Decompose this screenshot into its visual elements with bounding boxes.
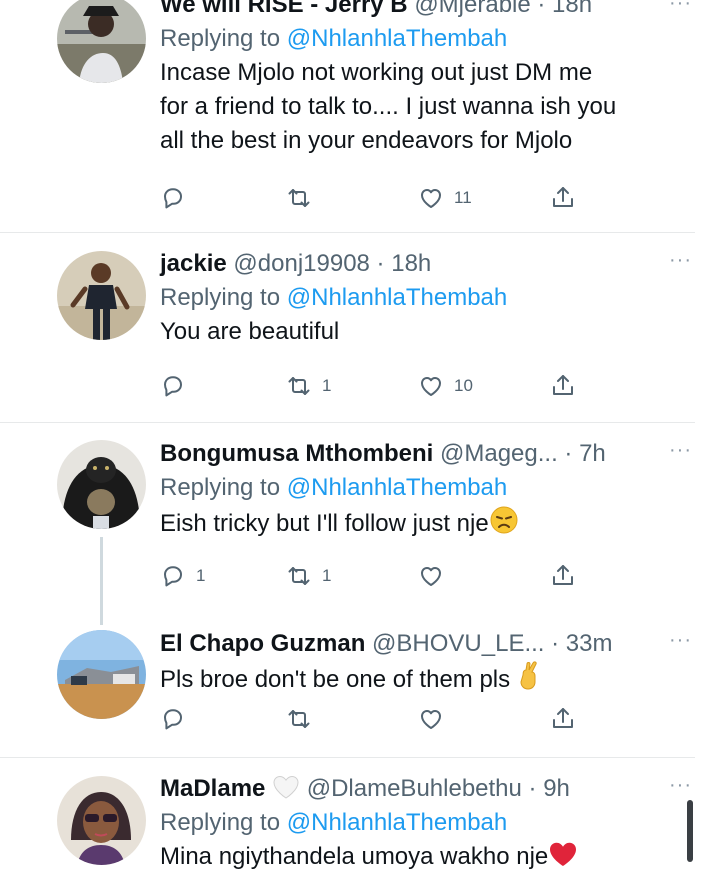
- tweet-actions: 11: [160, 181, 590, 215]
- replying-to: Replying to @NhlanhlaThembah: [160, 474, 508, 501]
- reply-icon: [164, 376, 182, 397]
- reply-icon: [164, 709, 182, 730]
- like-icon: [421, 189, 441, 208]
- share-button[interactable]: [550, 702, 576, 736]
- thread-connector: [100, 537, 103, 625]
- replying-to-link[interactable]: @NhlanhlaThembah: [287, 809, 508, 836]
- like-button[interactable]: [418, 559, 454, 593]
- reply-icon: [164, 566, 182, 587]
- white-heart-emoji: [272, 774, 300, 810]
- retweet-icon: [288, 567, 310, 585]
- tweet-text: Mina ngiythandela umoya wakho nje: [160, 840, 692, 878]
- like-button[interactable]: 11: [418, 181, 472, 215]
- like-button[interactable]: [418, 702, 454, 736]
- tweet[interactable]: MaDlame @DlameBuhlebethu · 9h ··· Replyi…: [0, 758, 720, 896]
- more-options-icon[interactable]: ···: [669, 772, 692, 798]
- share-button[interactable]: [550, 181, 576, 215]
- avatar[interactable]: [57, 630, 146, 719]
- retweet-button[interactable]: [286, 702, 322, 736]
- retweet-button[interactable]: 1: [286, 559, 331, 593]
- user-handle[interactable]: @Mjerable: [414, 0, 530, 18]
- tweet-header: Bongumusa Mthombeni @Mageg... · 7h ···: [160, 437, 692, 467]
- tweet-text: You are beautiful: [160, 318, 340, 345]
- like-button[interactable]: 10: [418, 369, 473, 403]
- retweet-icon: [288, 189, 310, 207]
- more-options-icon[interactable]: ···: [669, 437, 692, 463]
- tweet-time[interactable]: 7h: [579, 440, 606, 467]
- replying-to-link[interactable]: @NhlanhlaThembah: [287, 474, 508, 501]
- display-name[interactable]: MaDlame: [160, 775, 265, 802]
- tweet[interactable]: El Chapo Guzman @BHOVU_LE... · 33m ··· P…: [0, 623, 720, 757]
- scrollbar[interactable]: [687, 800, 693, 862]
- reply-button[interactable]: 1: [160, 559, 205, 593]
- tweet-time[interactable]: 18h: [391, 250, 431, 277]
- retweet-button[interactable]: 1: [286, 369, 331, 403]
- tweet-actions: [160, 702, 590, 736]
- tweet[interactable]: We will RISE - Jerry B @Mjerable · 18h ·…: [0, 0, 720, 232]
- more-options-icon[interactable]: ···: [669, 627, 692, 653]
- like-icon: [421, 567, 441, 586]
- user-handle[interactable]: @DlameBuhlebethu: [307, 775, 522, 802]
- reply-button[interactable]: [160, 181, 196, 215]
- more-options-icon[interactable]: ···: [669, 247, 692, 273]
- reply-icon: [164, 188, 182, 209]
- like-icon: [421, 377, 441, 396]
- tweet-header: El Chapo Guzman @BHOVU_LE... · 33m ···: [160, 627, 692, 657]
- tweet-time[interactable]: 33m: [566, 630, 613, 657]
- crossed-fingers-emoji: [517, 661, 543, 701]
- more-options-icon[interactable]: ···: [669, 0, 692, 16]
- tweet-text: Pls broe don't be one of them pls: [160, 661, 692, 701]
- like-icon: [421, 710, 441, 729]
- red-heart-emoji: [548, 840, 578, 878]
- share-button[interactable]: [550, 559, 576, 593]
- replying-to: Replying to @NhlanhlaThembah: [160, 809, 508, 836]
- tweet-actions: 1 1: [160, 559, 590, 593]
- display-name[interactable]: Bongumusa Mthombeni: [160, 440, 433, 467]
- tweet-header: MaDlame @DlameBuhlebethu · 9h ···: [160, 772, 692, 806]
- retweet-icon: [288, 377, 310, 395]
- display-name[interactable]: El Chapo Guzman: [160, 630, 365, 657]
- replying-to-link[interactable]: @NhlanhlaThembah: [287, 25, 508, 52]
- tweet-header: jackie @donj19908 · 18h ···: [160, 247, 692, 277]
- reply-button[interactable]: [160, 702, 196, 736]
- share-icon: [553, 708, 573, 728]
- user-handle[interactable]: @BHOVU_LE...: [372, 630, 544, 657]
- disappointed-face-emoji: [489, 505, 519, 545]
- tweet-text: Eish tricky but I'll follow just nje: [160, 505, 692, 545]
- avatar[interactable]: [57, 251, 146, 340]
- display-name[interactable]: We will RISE - Jerry B: [160, 0, 408, 18]
- tweet-text: Incase Mjolo not working out just DM me …: [160, 59, 617, 154]
- share-button[interactable]: [550, 369, 576, 403]
- avatar[interactable]: [57, 440, 146, 529]
- retweet-button[interactable]: [286, 181, 322, 215]
- reply-button[interactable]: [160, 369, 196, 403]
- tweet-actions: 1 10: [160, 369, 590, 403]
- display-name[interactable]: jackie: [160, 250, 227, 277]
- replying-to-link[interactable]: @NhlanhlaThembah: [287, 284, 508, 311]
- replying-to: Replying to @NhlanhlaThembah: [160, 284, 508, 311]
- tweet-time[interactable]: 18h: [552, 0, 592, 18]
- avatar[interactable]: [57, 0, 146, 83]
- tweet-time[interactable]: 9h: [543, 775, 570, 802]
- share-icon: [553, 375, 573, 395]
- tweet[interactable]: Bongumusa Mthombeni @Mageg... · 7h ··· R…: [0, 423, 720, 625]
- user-handle[interactable]: @Mageg...: [440, 440, 558, 467]
- retweet-icon: [288, 710, 310, 728]
- avatar[interactable]: [57, 776, 146, 865]
- tweet-header: We will RISE - Jerry B @Mjerable · 18h ·…: [160, 0, 692, 22]
- share-icon: [553, 187, 573, 207]
- share-icon: [553, 565, 573, 585]
- replying-to: Replying to @NhlanhlaThembah: [160, 25, 508, 52]
- user-handle[interactable]: @donj19908: [233, 250, 369, 277]
- tweet[interactable]: jackie @donj19908 · 18h ··· Replying to …: [0, 233, 720, 423]
